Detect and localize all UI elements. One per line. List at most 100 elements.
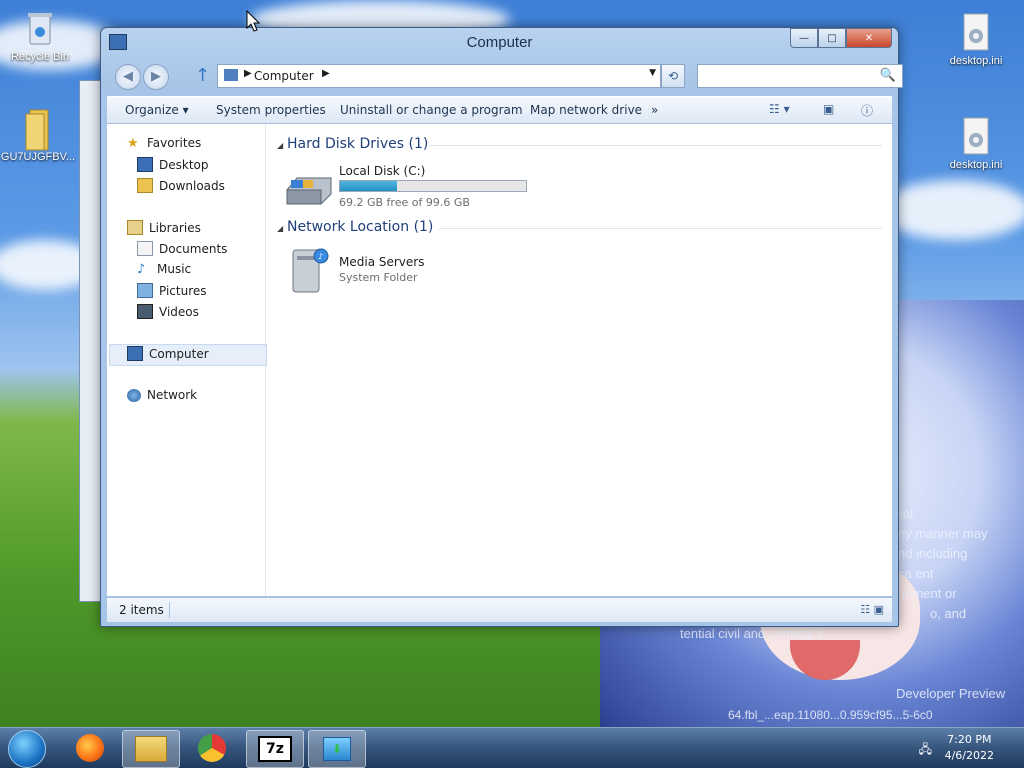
close-button[interactable]: ✕ xyxy=(846,28,892,48)
sidebar-item-label: Music xyxy=(157,262,192,276)
details-view-icon[interactable]: ☷ ▣ xyxy=(860,603,884,616)
folder-icon xyxy=(20,108,56,151)
sidebar-item-desktop[interactable]: Desktop xyxy=(137,157,209,172)
sidebar-item-label: Pictures xyxy=(159,283,207,298)
mouse-cursor-icon xyxy=(246,10,260,32)
window-controls: — □ ✕ xyxy=(790,28,892,48)
sidebar-item-network[interactable]: Network xyxy=(127,388,197,402)
status-separator xyxy=(169,602,170,618)
pictures-icon xyxy=(137,283,153,298)
desktop-icon-folder[interactable]: GU7UJGFBV... xyxy=(0,108,78,163)
firefox-icon xyxy=(76,734,104,762)
documents-icon xyxy=(137,241,153,256)
desktop-icon-recycle-bin[interactable]: Recycle Bin xyxy=(0,8,80,63)
desktop-icon-label: Recycle Bin xyxy=(10,51,70,63)
collapse-triangle-icon[interactable]: ◢ xyxy=(277,141,283,150)
sidebar-item-videos[interactable]: Videos xyxy=(137,304,199,319)
sidebar-item-label: Desktop xyxy=(159,157,209,172)
sidebar-item-downloads[interactable]: Downloads xyxy=(137,178,225,193)
explorer-icon xyxy=(135,736,167,762)
main-pane: ◢ Hard Disk Drives (1) Local Disk (C:) 6… xyxy=(267,124,892,596)
content-area: ★ Favorites Desktop Downloads Libraries … xyxy=(107,124,892,596)
watermark-line: Developer Preview xyxy=(896,686,1006,701)
network-tray-icon[interactable]: 🖧 xyxy=(919,740,932,761)
more-commands-button[interactable]: » xyxy=(651,103,658,117)
network-icon xyxy=(127,388,141,402)
command-bar: Organize ▾ System properties Uninstall o… xyxy=(107,96,892,124)
sidebar-item-label: Network xyxy=(147,388,198,402)
breadcrumb-computer[interactable]: Computer xyxy=(254,69,314,83)
desktop-icon-desktop-ini-1[interactable]: desktop.ini xyxy=(936,12,1016,67)
music-icon: ♪ xyxy=(137,261,146,277)
sidebar-item-label: Libraries xyxy=(149,220,201,235)
taskbar-extract[interactable]: ⬇ xyxy=(308,730,366,768)
watermark-line: 64.fbl_...eap.11080...0.959cf95...5-6c0 xyxy=(728,708,933,722)
sidebar-item-label: Videos xyxy=(159,304,199,319)
star-icon: ★ xyxy=(127,135,139,151)
desktop-icon-desktop-ini-2[interactable]: desktop.ini xyxy=(936,116,1016,171)
sidebar-item-favorites[interactable]: ★ Favorites xyxy=(127,136,201,150)
search-input[interactable]: 🔍 xyxy=(697,64,903,88)
group-header-network-location[interactable]: Network Location (1) xyxy=(287,219,433,235)
wallpaper-cloud xyxy=(880,180,1024,240)
network-item-name: Media Servers xyxy=(339,255,425,269)
settings-file-icon xyxy=(958,12,994,52)
start-button[interactable] xyxy=(8,730,46,768)
sidebar-item-documents[interactable]: Documents xyxy=(137,241,227,256)
system-clock[interactable]: 7:20 PM 4/6/2022 xyxy=(945,732,994,764)
sidebar-item-label: Favorites xyxy=(147,136,202,150)
chevron-right-icon[interactable]: ▶ xyxy=(322,68,330,79)
maximize-button[interactable]: □ xyxy=(818,28,846,48)
preview-pane-icon[interactable]: ▣ xyxy=(823,102,834,116)
taskbar-firefox[interactable] xyxy=(62,730,118,766)
network-item-type: System Folder xyxy=(339,271,418,284)
clock-date: 4/6/2022 xyxy=(944,749,994,762)
up-button[interactable]: ↑ xyxy=(195,65,210,86)
sidebar-item-label: Documents xyxy=(159,241,228,256)
search-icon[interactable]: 🔍 xyxy=(880,68,896,83)
uninstall-program-button[interactable]: Uninstall or change a program xyxy=(340,103,523,117)
status-bar: 2 items ☷ ▣ xyxy=(107,597,892,622)
desktop-icon-label: desktop.ini xyxy=(949,159,1003,171)
computer-icon xyxy=(224,69,238,81)
collapse-triangle-icon[interactable]: ◢ xyxy=(277,224,283,233)
forward-button[interactable]: ▶ xyxy=(143,64,169,90)
sidebar-item-music[interactable]: ♪ Music xyxy=(137,262,191,276)
videos-icon xyxy=(137,304,153,319)
refresh-button[interactable]: ⟲ xyxy=(661,64,685,88)
map-network-drive-button[interactable]: Map network drive xyxy=(530,103,642,117)
change-view-icon[interactable]: ☷ ▾ xyxy=(769,102,790,116)
chevron-down-icon[interactable]: ▼ xyxy=(649,68,656,78)
taskbar-7zip[interactable]: 7z xyxy=(246,730,304,768)
item-count: 2 items xyxy=(119,603,164,617)
svg-text:♪: ♪ xyxy=(318,252,323,261)
sidebar-item-libraries[interactable]: Libraries xyxy=(127,220,201,235)
chrome-icon xyxy=(198,734,226,762)
group-divider xyxy=(439,228,882,229)
chevron-right-icon[interactable]: ▶ xyxy=(244,68,252,79)
minimize-button[interactable]: — xyxy=(790,28,818,48)
help-icon[interactable]: ⓘ xyxy=(861,102,873,119)
watermark-line: o, and xyxy=(930,606,967,621)
hard-disk-icon xyxy=(286,177,332,205)
group-divider xyxy=(429,145,882,146)
computer-icon xyxy=(127,346,143,361)
taskbar-explorer[interactable] xyxy=(122,730,180,768)
system-properties-button[interactable]: System properties xyxy=(216,103,326,117)
media-server-icon: ♪ xyxy=(292,248,329,293)
sidebar-item-computer[interactable]: Computer xyxy=(127,346,209,361)
sidebar-item-pictures[interactable]: Pictures xyxy=(137,283,207,298)
sidebar-item-label: Downloads xyxy=(159,178,225,193)
address-bar[interactable]: ▶ Computer ▶ ▼ xyxy=(217,64,661,88)
sidebar-item-label: Computer xyxy=(149,346,209,361)
watermark-line: ial xyxy=(900,506,914,521)
group-header-hard-disk-drives[interactable]: Hard Disk Drives (1) xyxy=(287,136,428,152)
watermark-line: ca ent xyxy=(898,566,934,581)
navigation-bar: ◀ ▶ ↑ ▶ Computer ▶ ▼ ⟲ 🔍 xyxy=(113,63,903,90)
drive-usage-fill xyxy=(340,181,397,191)
back-button[interactable]: ◀ xyxy=(115,64,141,90)
organize-menu[interactable]: Organize ▾ xyxy=(125,103,189,117)
watermark-line: gnment or xyxy=(898,586,957,601)
taskbar-chrome[interactable] xyxy=(184,730,240,766)
desktop-icon-label: GU7UJGFBV... xyxy=(0,151,76,163)
